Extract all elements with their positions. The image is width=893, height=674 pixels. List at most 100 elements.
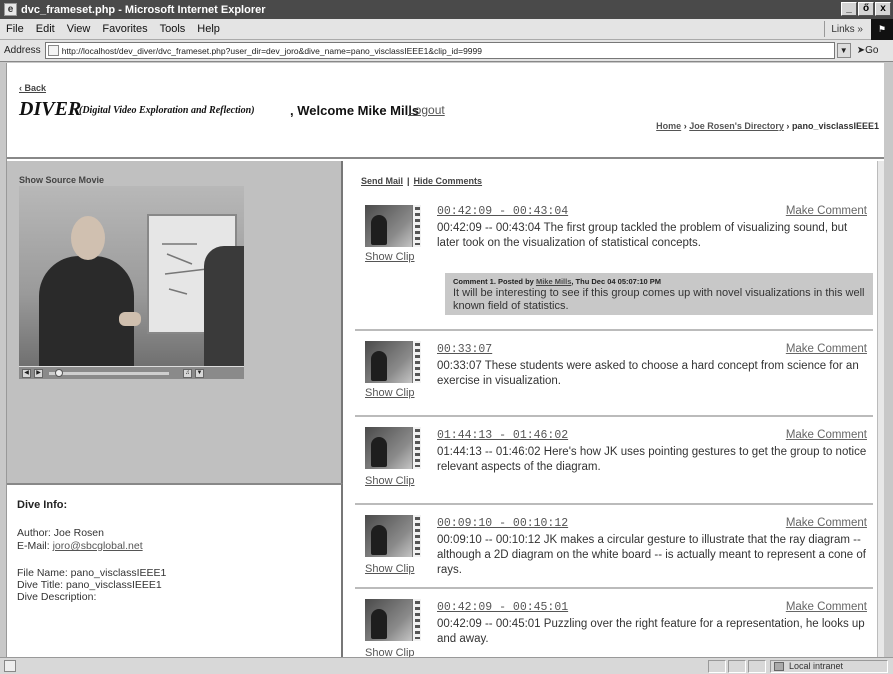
back-link[interactable]: ‹ Back bbox=[19, 83, 46, 93]
breadcrumb-current: pano_visclassIEEE1 bbox=[791, 121, 879, 131]
show-source-movie-link[interactable]: Show Source Movie bbox=[19, 175, 104, 185]
video-controls: ◀ ▶ ♫ ▼ bbox=[19, 366, 244, 379]
clip-timecode-link[interactable]: 01:44:13 - 01:46:02 bbox=[437, 429, 568, 442]
close-button[interactable]: x bbox=[875, 2, 891, 16]
video-player[interactable] bbox=[19, 186, 244, 366]
comment-box: Comment 1. Posted by Mike Mills, Thu Dec… bbox=[445, 273, 873, 315]
author-line: Author: Joe Rosen bbox=[17, 527, 104, 539]
page-icon bbox=[47, 45, 59, 56]
presenter-head bbox=[71, 216, 105, 260]
go-label: Go bbox=[865, 45, 879, 56]
show-clip-link[interactable]: Show Clip bbox=[365, 563, 415, 575]
make-comment-link[interactable]: Make Comment bbox=[786, 205, 867, 217]
windows-logo-icon: ⚑ bbox=[871, 19, 893, 40]
breadcrumb-directory[interactable]: Joe Rosen's Directory bbox=[689, 121, 784, 131]
send-mail-link[interactable]: Send Mail bbox=[361, 176, 403, 186]
clip-item: Show Clip 00:42:09 - 00:43:04 Make Comme… bbox=[355, 201, 873, 331]
app-title: DIVER bbox=[19, 98, 82, 120]
clip-description: 00:42:09 -- 00:43:04 The first group tac… bbox=[437, 222, 848, 249]
breadcrumb-home[interactable]: Home bbox=[656, 121, 681, 131]
clip-actions: Send Mail | Hide Comments bbox=[361, 176, 482, 186]
show-clip-link[interactable]: Show Clip bbox=[365, 647, 415, 657]
ie-status-icon bbox=[4, 660, 16, 672]
dive-title-line: Dive Title: pano_visclassIEEE1 bbox=[17, 579, 162, 591]
clip-description: 00:09:10 -- 00:10:12 JK makes a circular… bbox=[437, 534, 866, 576]
app-subtitle: (Digital Video Exploration and Reflectio… bbox=[79, 105, 255, 116]
clip-timecode-link[interactable]: 00:33:07 bbox=[437, 343, 492, 356]
breadcrumb-sep: › bbox=[786, 121, 790, 131]
clip-item: Show Clip 01:44:13 - 01:46:02 Make Comme… bbox=[355, 419, 873, 505]
filmstrip-icon bbox=[412, 341, 421, 383]
breadcrumb: Home › Joe Rosen's Directory › pano_visc… bbox=[656, 121, 879, 131]
security-zone: Local intranet bbox=[770, 660, 888, 673]
filmstrip-icon bbox=[412, 515, 421, 557]
clip-thumbnail[interactable] bbox=[365, 205, 421, 247]
menu-file[interactable]: File bbox=[6, 23, 24, 35]
make-comment-link[interactable]: Make Comment bbox=[786, 601, 867, 613]
vertical-scrollbar[interactable] bbox=[877, 161, 884, 657]
menu-edit[interactable]: Edit bbox=[36, 23, 55, 35]
video-panel: Show Source Movie ◀ ▶ ♫ ▼ bbox=[7, 161, 343, 483]
status-panel bbox=[748, 660, 766, 673]
clip-item: Show Clip 00:33:07 Make Comment 00:33:07… bbox=[355, 333, 873, 417]
show-clip-link[interactable]: Show Clip bbox=[365, 251, 415, 263]
email-line: E-Mail: joro@sbcglobal.net bbox=[17, 540, 143, 552]
email-link[interactable]: joro@sbcglobal.net bbox=[53, 540, 143, 552]
maximize-button[interactable]: ő bbox=[858, 2, 874, 16]
logout-link[interactable]: Logout bbox=[408, 103, 445, 117]
make-comment-link[interactable]: Make Comment bbox=[786, 429, 867, 441]
clip-description: 00:33:07 These students were asked to ch… bbox=[437, 360, 859, 387]
welcome-text: , Welcome Mike Mills bbox=[290, 103, 420, 118]
page-header: ‹ Back DIVER (Digital Video Exploration … bbox=[7, 63, 884, 159]
address-bar: Address http://localhost/dev_diver/dvc_f… bbox=[0, 40, 893, 62]
window-titlebar: e dvc_frameset.php - Microsoft Internet … bbox=[0, 0, 893, 19]
menu-tools[interactable]: Tools bbox=[160, 23, 186, 35]
menu-arrow-icon[interactable]: ▼ bbox=[195, 368, 204, 378]
make-comment-link[interactable]: Make Comment bbox=[786, 343, 867, 355]
seek-slider[interactable] bbox=[49, 368, 169, 377]
clip-thumbnail[interactable] bbox=[365, 341, 421, 383]
minimize-button[interactable]: _ bbox=[841, 2, 857, 16]
clip-timecode-link[interactable]: 00:09:10 - 00:10:12 bbox=[437, 517, 568, 530]
make-comment-link[interactable]: Make Comment bbox=[786, 517, 867, 529]
clip-thumbnail[interactable] bbox=[365, 599, 421, 641]
clip-item: Show Clip 00:09:10 - 00:10:12 Make Comme… bbox=[355, 507, 873, 589]
clip-description: 00:42:09 -- 00:45:01 Puzzling over the r… bbox=[437, 618, 865, 645]
menu-view[interactable]: View bbox=[67, 23, 91, 35]
presenter-hands bbox=[119, 312, 141, 326]
hide-comments-link[interactable]: Hide Comments bbox=[414, 176, 483, 186]
menu-bar: File Edit View Favorites Tools Help Link… bbox=[0, 19, 893, 40]
links-toolbar[interactable]: Links » bbox=[824, 21, 863, 37]
address-url: http://localhost/dev_diver/dvc_frameset.… bbox=[61, 45, 482, 56]
address-dropdown-icon[interactable]: ▼ bbox=[836, 43, 851, 58]
show-clip-link[interactable]: Show Clip bbox=[365, 387, 415, 399]
menu-help[interactable]: Help bbox=[197, 23, 220, 35]
comment-author-link[interactable]: Mike Mills bbox=[536, 277, 571, 286]
play-icon[interactable]: ▶ bbox=[34, 368, 43, 378]
presenter-body bbox=[39, 256, 134, 366]
student-figure bbox=[204, 246, 244, 366]
filmstrip-icon bbox=[412, 205, 421, 247]
comment-text: It will be interesting to see if this gr… bbox=[453, 287, 865, 312]
seek-knob[interactable] bbox=[55, 368, 63, 377]
clip-thumbnail[interactable] bbox=[365, 427, 421, 469]
window-title: dvc_frameset.php - Microsoft Internet Ex… bbox=[21, 3, 266, 16]
computer-icon bbox=[774, 662, 784, 671]
volume-icon[interactable]: ♫ bbox=[183, 368, 192, 378]
filmstrip-icon bbox=[412, 427, 421, 469]
comment-date: , Thu Dec 04 05:07:10 PM bbox=[571, 277, 662, 286]
go-button[interactable]: ➤Go bbox=[857, 45, 879, 56]
file-name-line: File Name: pano_visclassIEEE1 bbox=[17, 567, 167, 579]
clip-timecode-link[interactable]: 00:42:09 - 00:43:04 bbox=[437, 205, 568, 218]
clip-thumbnail[interactable] bbox=[365, 515, 421, 557]
clip-list-panel: Send Mail | Hide Comments Show Clip 00:42:… bbox=[345, 161, 877, 657]
clip-item: Show Clip 00:42:09 - 00:45:01 Make Comme… bbox=[355, 591, 873, 657]
clip-timecode-link[interactable]: 00:42:09 - 00:45:01 bbox=[437, 601, 568, 614]
rewind-icon[interactable]: ◀ bbox=[22, 368, 31, 378]
dive-description-line: Dive Description: bbox=[17, 591, 97, 603]
ie-app-icon: e bbox=[4, 3, 17, 16]
menu-favorites[interactable]: Favorites bbox=[102, 23, 147, 35]
show-clip-link[interactable]: Show Clip bbox=[365, 475, 415, 487]
page-content: ‹ Back DIVER (Digital Video Exploration … bbox=[6, 63, 884, 657]
address-input[interactable]: http://localhost/dev_diver/dvc_frameset.… bbox=[44, 42, 835, 59]
